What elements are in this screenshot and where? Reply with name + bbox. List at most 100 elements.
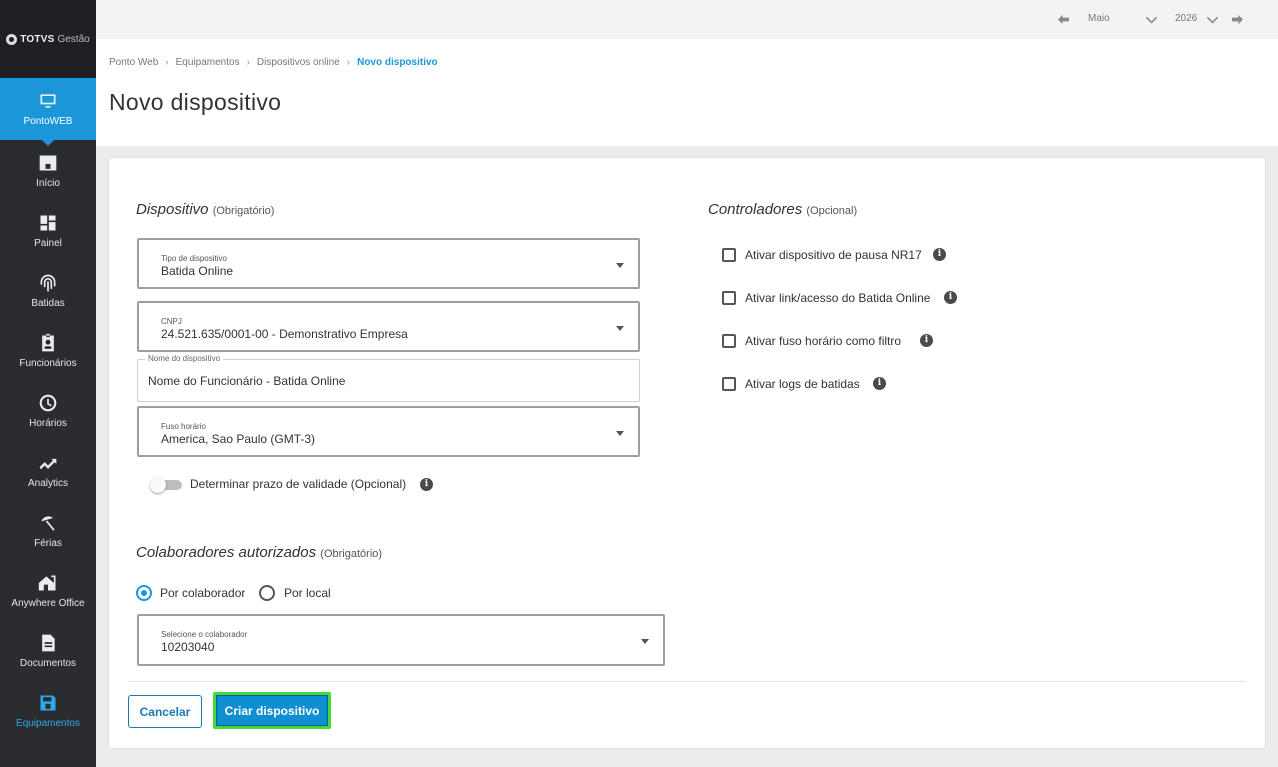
checkbox-link-acesso[interactable] [722, 291, 736, 305]
info-icon[interactable]: i [920, 334, 933, 347]
sidebar-item-inicio[interactable]: Início [0, 140, 96, 200]
arrow-right-icon[interactable] [1232, 14, 1243, 25]
validade-toggle[interactable] [150, 477, 182, 493]
caret-down-icon [616, 431, 624, 436]
breadcrumb-separator: › [246, 57, 250, 68]
breadcrumb: Ponto Web › Equipamentos › Dispositivos … [109, 57, 438, 68]
chevron-down-icon[interactable] [1207, 14, 1218, 25]
validade-toggle-label: Determinar prazo de validade (Opcional) [190, 477, 407, 491]
toggle-knob [150, 477, 166, 493]
checkbox-logs-batidas[interactable] [722, 377, 736, 391]
totvs-logo-icon [6, 33, 18, 45]
fingerprint-icon [40, 274, 56, 292]
arrow-left-icon[interactable] [1058, 14, 1069, 25]
sidebar-item-documentos[interactable]: Documentos [0, 620, 96, 680]
radio-label: Por local [284, 586, 331, 600]
sidebar-item-pontoweb[interactable]: PontoWEB [0, 78, 96, 146]
sidebar-item-batidas[interactable]: Batidas [0, 260, 96, 320]
sidebar-item-analytics[interactable]: Analytics [0, 440, 96, 500]
sidebar-item-label: PontoWEB [23, 116, 73, 127]
breadcrumb-current: Novo dispositivo [357, 57, 438, 68]
tipo-dispositivo-select[interactable]: Tipo de dispositivo Batida Online [137, 238, 640, 289]
cnpj-select[interactable]: CNPJ 24.521.635/0001-00 - Demonstrativo … [137, 301, 640, 352]
sidebar-item-label: Painel [34, 238, 62, 249]
sidebar-item-equipamentos[interactable]: Equipamentos [0, 680, 96, 740]
home-office-icon [38, 575, 56, 591]
checkbox-fuso-filtro[interactable] [722, 334, 736, 348]
month-selector[interactable]: Maio [1088, 13, 1110, 24]
logo-brand: TOTVS [20, 33, 55, 45]
field-label: Tipo de dispositivo [161, 254, 227, 263]
field-label: Selecione o colaborador [161, 630, 248, 639]
section-colaboradores-title: Colaboradores autorizados (Obrigatório) [136, 544, 382, 561]
field-value: America, Sao Paulo (GMT-3) [161, 432, 316, 446]
radio-por-local[interactable] [259, 585, 275, 601]
sidebar-item-label: Férias [34, 538, 62, 549]
breadcrumb-separator: › [346, 57, 351, 68]
sidebar-item-label: Documentos [19, 658, 77, 669]
sidebar-item-label: Início [36, 178, 60, 189]
section-requirement: (Opcional) [806, 205, 858, 217]
fuso-horario-select[interactable]: Fuso horário America, Sao Paulo (GMT-3) [137, 406, 640, 457]
caret-down-icon [641, 639, 649, 644]
sidebar-item-horarios[interactable]: Horários [0, 380, 96, 440]
cancel-button[interactable]: Cancelar [128, 695, 202, 728]
sidebar-item-label: Funcionários [19, 358, 77, 369]
checkbox-label: Ativar logs de batidas [745, 377, 860, 391]
info-icon[interactable]: i [944, 291, 957, 304]
monitor-icon [40, 94, 56, 108]
clock-icon [39, 394, 57, 412]
checkbox-label: Ativar dispositivo de pausa NR17 [745, 248, 922, 262]
page-title: Novo dispositivo [109, 89, 282, 115]
breadcrumb-item[interactable]: Equipamentos [176, 57, 240, 68]
breadcrumb-item[interactable]: Ponto Web [109, 57, 158, 68]
trending-up-icon [39, 458, 57, 470]
sidebar-item-anywhere-office[interactable]: Anywhere Office [0, 560, 96, 620]
field-label: Nome do dispositivo [145, 354, 224, 363]
nome-dispositivo-field: Nome do dispositivo [137, 354, 640, 402]
section-requirement: (Obrigatório) [212, 205, 275, 217]
checkbox-pausa-nr17[interactable] [722, 248, 736, 262]
section-title-text: Colaboradores autorizados [136, 544, 317, 561]
sidebar-item-ferias[interactable]: Férias [0, 500, 96, 560]
section-title-text: Dispositivo [136, 201, 209, 218]
sidebar-item-label: Analytics [27, 478, 68, 489]
checkbox-label: Ativar link/acesso do Batida Online [745, 291, 931, 305]
beach-umbrella-icon [41, 516, 55, 531]
section-dispositivo-title: Dispositivo (Obrigatório) [136, 201, 274, 218]
radio-label: Por colaborador [160, 586, 246, 600]
logo: TOTVS Gestão [0, 0, 96, 78]
page-header: Ponto Web › Equipamentos › Dispositivos … [96, 39, 1278, 146]
sidebar-item-label: Anywhere Office [11, 598, 85, 609]
id-badge-icon [42, 333, 54, 352]
sidebar-item-painel[interactable]: Painel [0, 200, 96, 260]
section-controladores-title: Controladores (Opcional) [708, 201, 857, 218]
caret-down-icon [616, 326, 624, 331]
chevron-down-icon[interactable] [1146, 14, 1157, 25]
document-icon [42, 634, 55, 652]
create-device-button[interactable]: Criar dispositivo [213, 692, 331, 729]
info-icon[interactable]: i [873, 377, 886, 390]
nome-dispositivo-input[interactable] [148, 374, 548, 388]
sidebar: TOTVS Gestão PontoWEB Início Painel Bati… [0, 0, 96, 767]
field-value: 24.521.635/0001-00 - Demonstrativo Empre… [161, 327, 408, 341]
dashboard-icon [40, 215, 56, 231]
divider [128, 681, 1246, 682]
colaborador-select[interactable]: Selecione o colaborador 10203040 [137, 614, 665, 666]
sidebar-item-label: Horários [29, 418, 67, 429]
info-icon[interactable]: i [933, 248, 946, 261]
caret-down-icon [616, 263, 624, 268]
sidebar-item-funcionarios[interactable]: Funcionários [0, 320, 96, 380]
sidebar-item-label: Batidas [31, 298, 65, 309]
radio-por-colaborador[interactable] [136, 585, 152, 601]
field-label: CNPJ [161, 317, 182, 326]
field-value: Batida Online [161, 264, 234, 278]
home-icon [39, 155, 57, 171]
section-requirement: (Obrigatório) [320, 548, 383, 560]
top-bar: Maio 2026 [96, 0, 1278, 39]
year-selector[interactable]: 2026 [1175, 13, 1197, 24]
breadcrumb-separator: › [165, 57, 169, 68]
logo-product: Gestão [57, 33, 90, 45]
info-icon[interactable]: i [420, 478, 433, 491]
breadcrumb-item[interactable]: Dispositivos online [257, 57, 340, 68]
